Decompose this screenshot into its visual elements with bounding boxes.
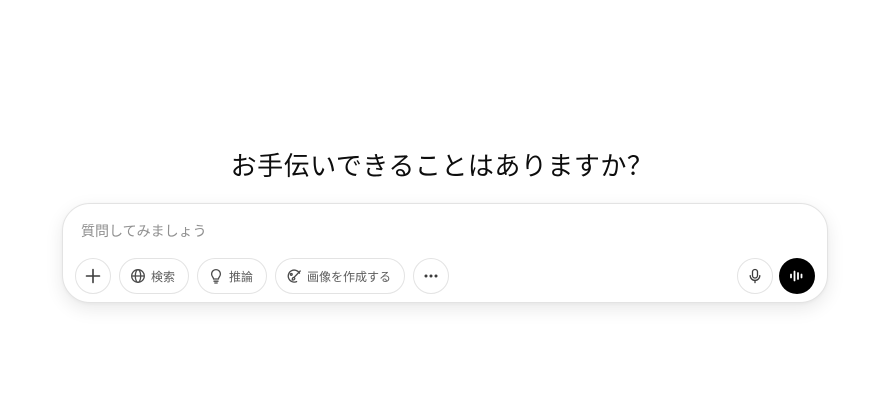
- prompt-input[interactable]: [81, 218, 781, 246]
- image-brush-icon: [286, 268, 302, 284]
- page-title: お手伝いできることはありますか？: [230, 152, 654, 183]
- dictate-button[interactable]: [737, 258, 773, 294]
- composer-left-tools: 検索 推論 画像を作成する: [75, 258, 450, 294]
- add-button[interactable]: [75, 258, 111, 294]
- reason-button-label: 推論: [229, 269, 254, 284]
- create-image-button-label: 画像を作成する: [307, 269, 392, 284]
- composer-toolbar: 検索 推論 画像を作成する: [75, 258, 815, 294]
- prompt-composer: 検索 推論: [62, 203, 828, 303]
- voice-mode-button[interactable]: [779, 258, 815, 294]
- ellipsis-icon: [422, 267, 440, 285]
- waveform-icon: [788, 267, 806, 285]
- composer-right-tools: [737, 258, 815, 294]
- lightbulb-icon: [208, 268, 224, 284]
- more-tools-button[interactable]: [413, 258, 450, 294]
- search-button[interactable]: 検索: [119, 258, 190, 294]
- create-image-button[interactable]: 画像を作成する: [275, 258, 406, 294]
- microphone-icon: [747, 268, 763, 284]
- page: お手伝いできることはありますか？ 質問してみましょう 検索 推論 画像を作成する: [0, 0, 884, 419]
- search-button-label: 検索: [151, 269, 176, 284]
- plus-icon: [84, 267, 102, 285]
- globe-icon: [130, 268, 146, 284]
- reason-button[interactable]: 推論: [197, 258, 268, 294]
